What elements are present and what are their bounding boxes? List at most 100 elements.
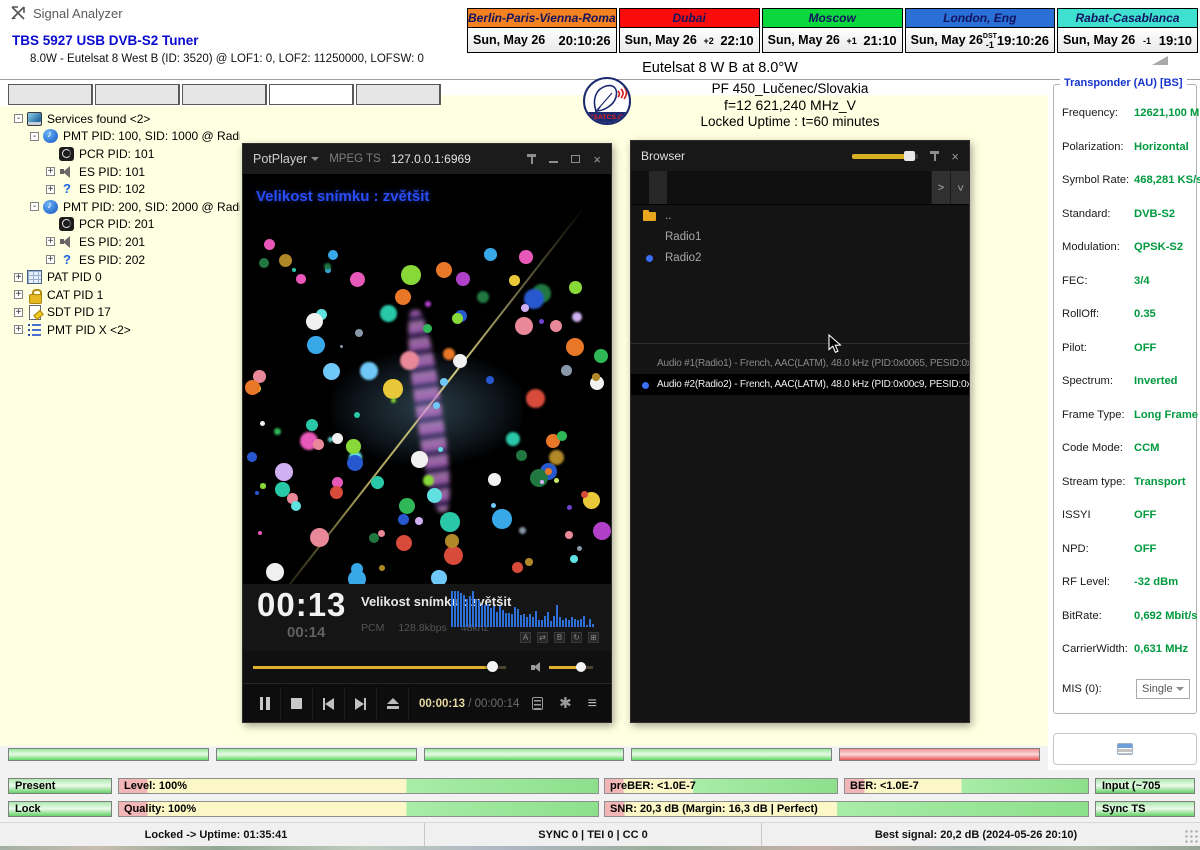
tree-expander[interactable]: +	[46, 237, 55, 246]
seek-bar[interactable]	[253, 666, 506, 669]
tree-item[interactable]: + PMT PID X <2>	[6, 321, 240, 339]
settings-gear-button[interactable]: ✱	[559, 696, 572, 711]
tree-expander[interactable]: -	[30, 132, 39, 141]
tree-node-label: PCR PID: 201	[79, 217, 154, 231]
browser-list-item[interactable]: Radio1	[631, 226, 969, 247]
tree-item[interactable]: PCR PID: 201	[6, 216, 240, 234]
tree-expander[interactable]: -	[14, 114, 23, 123]
ab-repeat-mid-button[interactable]: ⇄	[537, 632, 548, 643]
browser-slider[interactable]	[852, 154, 918, 159]
tree-node-label: PMT PID X <2>	[47, 323, 131, 337]
transponder-row-value: 12621,100 MHz	[1134, 107, 1200, 119]
browser-window: Browser × > > .. Radio1	[630, 140, 970, 723]
world-clocks: Berlin-Paris-Vienna-Roma Sun, May 26 20:…	[467, 8, 1198, 55]
browser-tab[interactable]	[685, 171, 703, 204]
pin-icon[interactable]	[527, 153, 536, 165]
transponder-row: Pilot: OFF	[1062, 342, 1192, 354]
mode-tab-button[interactable]	[356, 84, 441, 105]
mode-tab-button[interactable]	[269, 84, 354, 105]
tree-node-icon	[27, 305, 42, 319]
close-icon[interactable]: ×	[593, 153, 601, 166]
dxsatcs-logo-circle: DXSATCS.COM	[583, 77, 631, 125]
dropdown-button[interactable]: >	[950, 171, 969, 204]
stop-button[interactable]	[281, 687, 313, 721]
eject-button[interactable]	[377, 687, 409, 721]
tree-expander[interactable]: +	[14, 325, 23, 334]
video-area[interactable]: Velikost snímku : zvětšit	[243, 174, 611, 584]
minimize-icon[interactable]	[549, 161, 558, 163]
status-bar: Locked -> Uptime: 01:35:41 SYNC 0 | TEI …	[0, 822, 1200, 846]
tree-item[interactable]: + ES PID: 102	[6, 180, 240, 198]
tree-expander[interactable]: +	[46, 255, 55, 264]
pause-button[interactable]	[249, 687, 281, 721]
clock-date: Sun, May 26	[768, 33, 840, 47]
browser-titlebar[interactable]: Browser ×	[631, 141, 969, 171]
previous-button[interactable]	[313, 687, 345, 721]
browser-tab[interactable]	[631, 171, 649, 204]
mode-tab-button[interactable]	[8, 84, 93, 105]
level-label: Level: 100%	[124, 780, 187, 792]
clock-city-label: London, Eng	[943, 11, 1016, 25]
tree-item[interactable]: + ES PID: 101	[6, 163, 240, 181]
ab-repeat-a-button[interactable]: A	[520, 632, 531, 643]
tree-node-label: PCR PID: 101	[79, 147, 154, 161]
tree-item[interactable]: + PAT PID 0	[6, 268, 240, 286]
pin-icon[interactable]	[930, 150, 939, 162]
browser-tab[interactable]	[649, 171, 667, 204]
audio-track-item[interactable]: Audio #1(Radio1) - French, AAC(LATM), 48…	[631, 353, 969, 374]
transponder-row: Code Mode: CCM	[1062, 442, 1192, 454]
tree-item[interactable]: - PMT PID: 100, SID: 1000 @ Radio1 (Hitw…	[6, 128, 240, 146]
menu-button[interactable]: ≡	[588, 696, 597, 712]
tree-expander[interactable]: +	[14, 308, 23, 317]
loop-button[interactable]: ↻	[571, 632, 582, 643]
tree-item[interactable]: - Services found <2>	[6, 110, 240, 128]
volume-bar[interactable]	[549, 666, 593, 669]
seek-knob[interactable]	[487, 661, 498, 672]
transponder-row-label: RF Level:	[1062, 576, 1134, 588]
mode-tab-button[interactable]	[182, 84, 267, 105]
status-uptime: Locked -> Uptime: 01:35:41	[8, 823, 425, 847]
browser-list-item[interactable]: Radio2	[631, 247, 969, 268]
tree-item[interactable]: + CAT PID 1	[6, 286, 240, 304]
audio-track-item[interactable]: Audio #2(Radio2) - French, AAC(LATM), 48…	[631, 374, 969, 395]
stop-icon	[291, 698, 302, 709]
close-icon[interactable]: ×	[951, 150, 959, 163]
quality-label: Quality: 100%	[124, 803, 196, 815]
transponder-row-value: Long Frame	[1134, 409, 1198, 421]
playlist-button[interactable]	[532, 697, 543, 710]
tree-item[interactable]: + ES PID: 202	[6, 251, 240, 269]
tree-item[interactable]: PCR PID: 101	[6, 145, 240, 163]
ab-repeat-b-button[interactable]: B	[554, 632, 565, 643]
volume-icon[interactable]	[531, 662, 545, 673]
potplayer-menu[interactable]: PotPlayer	[253, 152, 319, 166]
clock-column: Rabat-Casablanca Sun, May 26 -1 19:10	[1057, 8, 1198, 55]
mode-tab-button[interactable]	[95, 84, 180, 105]
transponder-row-label: BitRate:	[1062, 610, 1134, 622]
card-reader-box[interactable]	[1053, 733, 1197, 765]
audio-track-list: Audio #1(Radio1) - French, AAC(LATM), 48…	[631, 353, 969, 395]
tree-expander[interactable]: +	[46, 167, 55, 176]
bitrate-label: 128.8kbps	[398, 622, 446, 634]
tree-item[interactable]: + SDT PID 17	[6, 304, 240, 322]
browser-list-item[interactable]: ..	[631, 205, 969, 226]
next-button[interactable]	[345, 687, 377, 721]
tree-item[interactable]: - PMT PID: 200, SID: 2000 @ Radio2 (Hitw…	[6, 198, 240, 216]
transponder-row-label: FEC:	[1062, 275, 1134, 287]
mis-select[interactable]: Single	[1136, 679, 1190, 699]
fullscreen-button[interactable]: ⊞	[588, 632, 599, 643]
snr-meter: SNR: 20,3 dB (Margin: 16,3 dB | Perfect)	[604, 801, 1089, 817]
scroll-right-button[interactable]: >	[931, 171, 950, 204]
tree-expander[interactable]: -	[30, 202, 39, 211]
tree-item[interactable]: + ES PID: 201	[6, 233, 240, 251]
maximize-icon[interactable]	[571, 155, 580, 163]
clock-time-row: Sun, May 26 -1 19:10	[1057, 28, 1198, 53]
tree-expander[interactable]: +	[46, 185, 55, 194]
potplayer-titlebar[interactable]: PotPlayer MPEG TS 127.0.0.1:6969 ×	[243, 144, 611, 174]
resize-grip[interactable]	[1184, 829, 1198, 843]
tree-expander[interactable]: +	[14, 290, 23, 299]
tree-expander[interactable]: +	[14, 273, 23, 282]
volume-knob[interactable]	[576, 662, 586, 672]
browser-tab[interactable]	[667, 171, 685, 204]
transponder-row-label: Spectrum:	[1062, 375, 1134, 387]
tree-node-icon	[27, 270, 42, 284]
